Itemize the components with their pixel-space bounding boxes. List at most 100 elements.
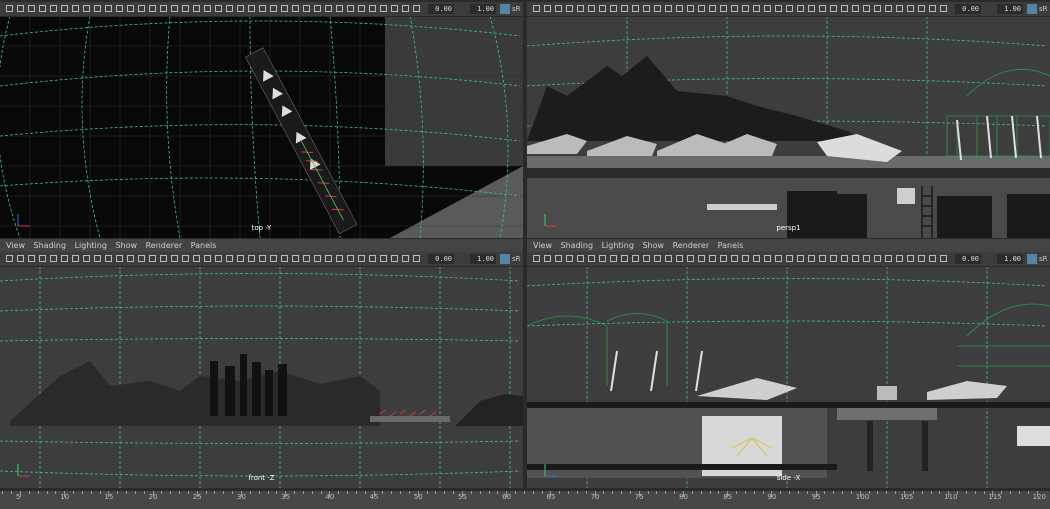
toolbar-icon[interactable] — [566, 5, 573, 12]
toolbar-icon[interactable] — [303, 255, 310, 262]
toolbar-icon[interactable] — [215, 255, 222, 262]
toolbar-icon[interactable] — [105, 255, 112, 262]
toolbar-icon[interactable] — [72, 255, 79, 262]
toolbar-icon[interactable] — [193, 255, 200, 262]
toolbar-icon[interactable] — [775, 255, 782, 262]
toolbar-icon[interactable] — [764, 255, 771, 262]
toolbar-icon[interactable] — [742, 255, 749, 262]
toolbar-icon[interactable] — [808, 255, 815, 262]
toolbar-icon[interactable] — [852, 5, 859, 12]
toolbar-icon[interactable] — [709, 255, 716, 262]
toolbar-icon[interactable] — [632, 5, 639, 12]
toolbar-icon[interactable] — [687, 255, 694, 262]
toolbar-icon[interactable] — [918, 255, 925, 262]
toolbar-icon[interactable] — [907, 5, 914, 12]
toolbar-icon[interactable] — [149, 255, 156, 262]
toolbar-icon[interactable] — [50, 255, 57, 262]
toolbar-icon[interactable] — [896, 255, 903, 262]
toolbar-icon[interactable] — [83, 5, 90, 12]
toolbar-icon[interactable] — [259, 255, 266, 262]
toolbar-icon[interactable] — [17, 255, 24, 262]
exposure-field[interactable]: 0.00 — [428, 254, 454, 264]
viewport-top[interactable]: 0.00 1.00 sR top -Y — [0, 2, 523, 238]
toolbar-icon[interactable] — [182, 5, 189, 12]
gamma-field[interactable]: 1.00 — [997, 254, 1023, 264]
menu-view[interactable]: View — [6, 239, 25, 253]
toolbar-icon[interactable] — [896, 5, 903, 12]
toolbar-icon[interactable] — [621, 5, 628, 12]
toolbar-icon[interactable] — [215, 5, 222, 12]
toolbar-icon[interactable] — [841, 5, 848, 12]
toolbar-icon[interactable] — [610, 255, 617, 262]
toolbar-icon[interactable] — [874, 5, 881, 12]
color-management-icon[interactable] — [500, 254, 510, 264]
toolbar-icon[interactable] — [610, 5, 617, 12]
toolbar-icon[interactable] — [698, 5, 705, 12]
toolbar-icon[interactable] — [347, 255, 354, 262]
toolbar-icon[interactable] — [270, 5, 277, 12]
toolbar-icon[interactable] — [786, 255, 793, 262]
toolbar-icon[interactable] — [369, 255, 376, 262]
toolbar-icon[interactable] — [731, 5, 738, 12]
toolbar-icon[interactable] — [226, 255, 233, 262]
toolbar-icon[interactable] — [204, 255, 211, 262]
toolbar-icon[interactable] — [39, 255, 46, 262]
toolbar-icon[interactable] — [632, 255, 639, 262]
menu-shading[interactable]: Shading — [34, 239, 67, 253]
toolbar-icon[interactable] — [83, 255, 90, 262]
toolbar-icon[interactable] — [325, 255, 332, 262]
toolbar-icon[interactable] — [138, 255, 145, 262]
menu-renderer[interactable]: Renderer — [146, 239, 183, 253]
toolbar-icon[interactable] — [391, 255, 398, 262]
toolbar-icon[interactable] — [940, 255, 947, 262]
toolbar-icon[interactable] — [698, 255, 705, 262]
toolbar-icon[interactable] — [248, 5, 255, 12]
toolbar-icon[interactable] — [61, 5, 68, 12]
toolbar-icon[interactable] — [819, 255, 826, 262]
toolbar-icon[interactable] — [28, 5, 35, 12]
toolbar-icon[interactable] — [753, 255, 760, 262]
menu-show[interactable]: Show — [115, 239, 137, 253]
toolbar-icon[interactable] — [731, 255, 738, 262]
toolbar-icon[interactable] — [643, 255, 650, 262]
gamma-field[interactable]: 1.00 — [997, 4, 1023, 14]
toolbar-icon[interactable] — [116, 5, 123, 12]
viewport-canvas[interactable] — [527, 16, 1050, 238]
toolbar-icon[interactable] — [863, 255, 870, 262]
toolbar-icon[interactable] — [621, 255, 628, 262]
toolbar-icon[interactable] — [336, 255, 343, 262]
exposure-field[interactable]: 0.00 — [428, 4, 454, 14]
color-management-icon[interactable] — [1027, 4, 1037, 14]
toolbar-icon[interactable] — [39, 5, 46, 12]
toolbar-icon[interactable] — [566, 255, 573, 262]
toolbar-icon[interactable] — [193, 5, 200, 12]
toolbar-icon[interactable] — [654, 5, 661, 12]
viewport-side[interactable]: 0.00 1.00 sR side -X — [527, 252, 1050, 488]
toolbar-icon[interactable] — [665, 255, 672, 262]
toolbar-icon[interactable] — [127, 255, 134, 262]
toolbar-icon[interactable] — [325, 5, 332, 12]
toolbar-icon[interactable] — [380, 5, 387, 12]
toolbar-icon[interactable] — [775, 5, 782, 12]
toolbar-icon[interactable] — [786, 5, 793, 12]
toolbar-icon[interactable] — [413, 5, 420, 12]
time-slider[interactable]: 5 10 15 20 25 30 35 40 45 50 55 60 65 70 75 80 85 90 95 100… — [0, 490, 1050, 509]
toolbar-icon[interactable] — [314, 255, 321, 262]
toolbar-icon[interactable] — [918, 5, 925, 12]
toolbar-icon[interactable] — [709, 5, 716, 12]
color-management-icon[interactable] — [500, 4, 510, 14]
toolbar-icon[interactable] — [808, 5, 815, 12]
toolbar-icon[interactable] — [687, 5, 694, 12]
toolbar-icon[interactable] — [402, 255, 409, 262]
toolbar-icon[interactable] — [248, 255, 255, 262]
toolbar-icon[interactable] — [588, 5, 595, 12]
toolbar-icon[interactable] — [347, 5, 354, 12]
toolbar-icon[interactable] — [599, 5, 606, 12]
toolbar-icon[interactable] — [402, 5, 409, 12]
viewport-persp[interactable]: 0.00 1.00 sR persp1 — [527, 2, 1050, 238]
toolbar-icon[interactable] — [841, 255, 848, 262]
toolbar-icon[interactable] — [577, 5, 584, 12]
toolbar-icon[interactable] — [830, 255, 837, 262]
toolbar-icon[interactable] — [28, 255, 35, 262]
toolbar-icon[interactable] — [314, 5, 321, 12]
